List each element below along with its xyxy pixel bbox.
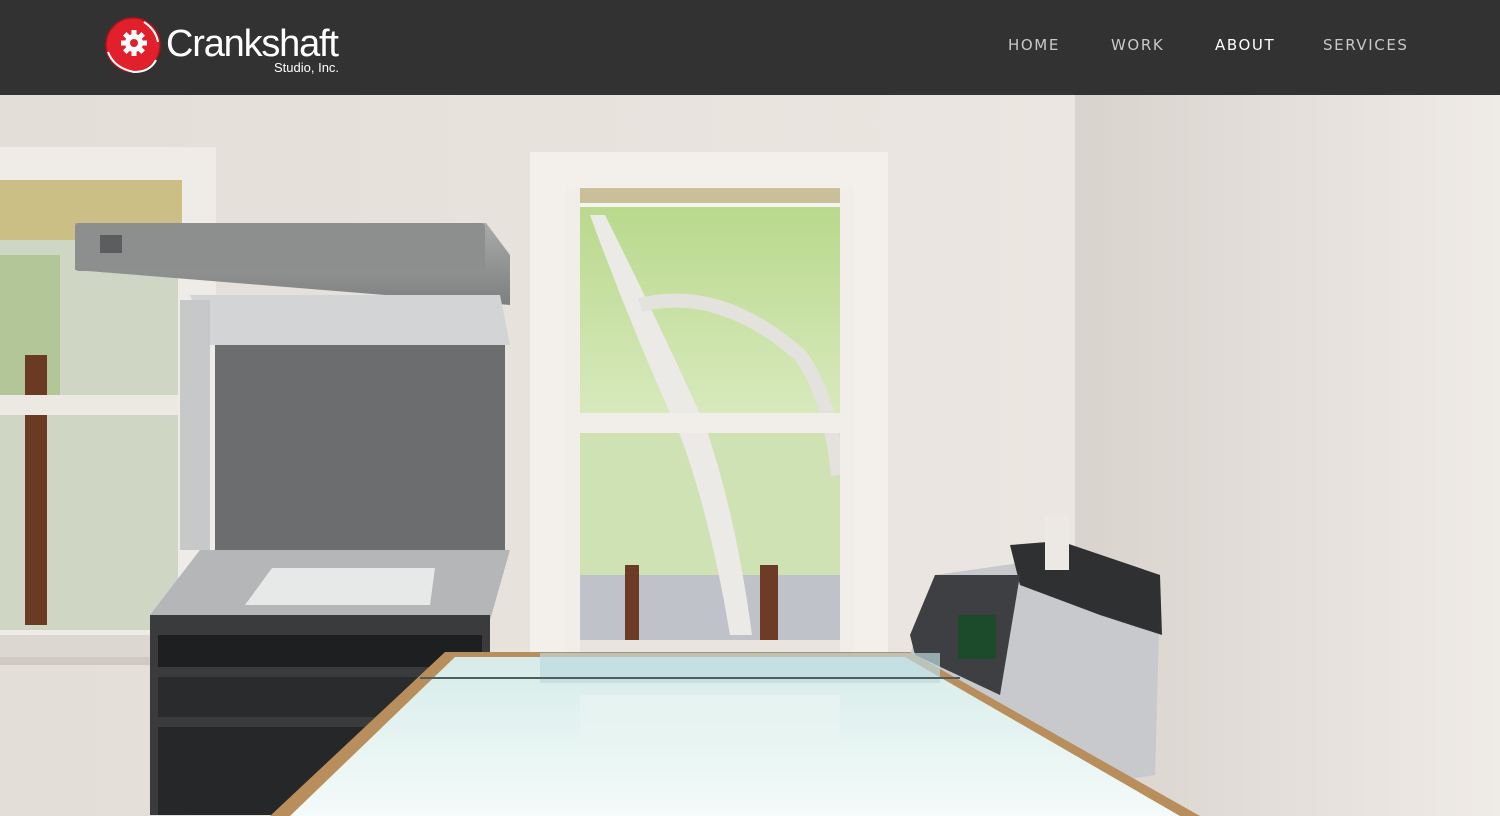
studio-room-illustration [0, 95, 1500, 816]
hero-image [0, 95, 1500, 816]
nav-services[interactable]: SERVICES [1323, 36, 1409, 54]
nav-about[interactable]: ABOUT [1215, 36, 1275, 54]
nav-home[interactable]: HOME [1008, 36, 1060, 54]
logo-subtitle: Studio, Inc. [274, 60, 340, 75]
nav-work[interactable]: WORK [1111, 36, 1164, 54]
site-logo[interactable]: Crankshaft Studio, Inc. [104, 16, 354, 78]
crankshaft-logo-icon [105, 17, 161, 74]
site-header: Crankshaft Studio, Inc. HOME WORK ABOUT … [0, 0, 1500, 95]
